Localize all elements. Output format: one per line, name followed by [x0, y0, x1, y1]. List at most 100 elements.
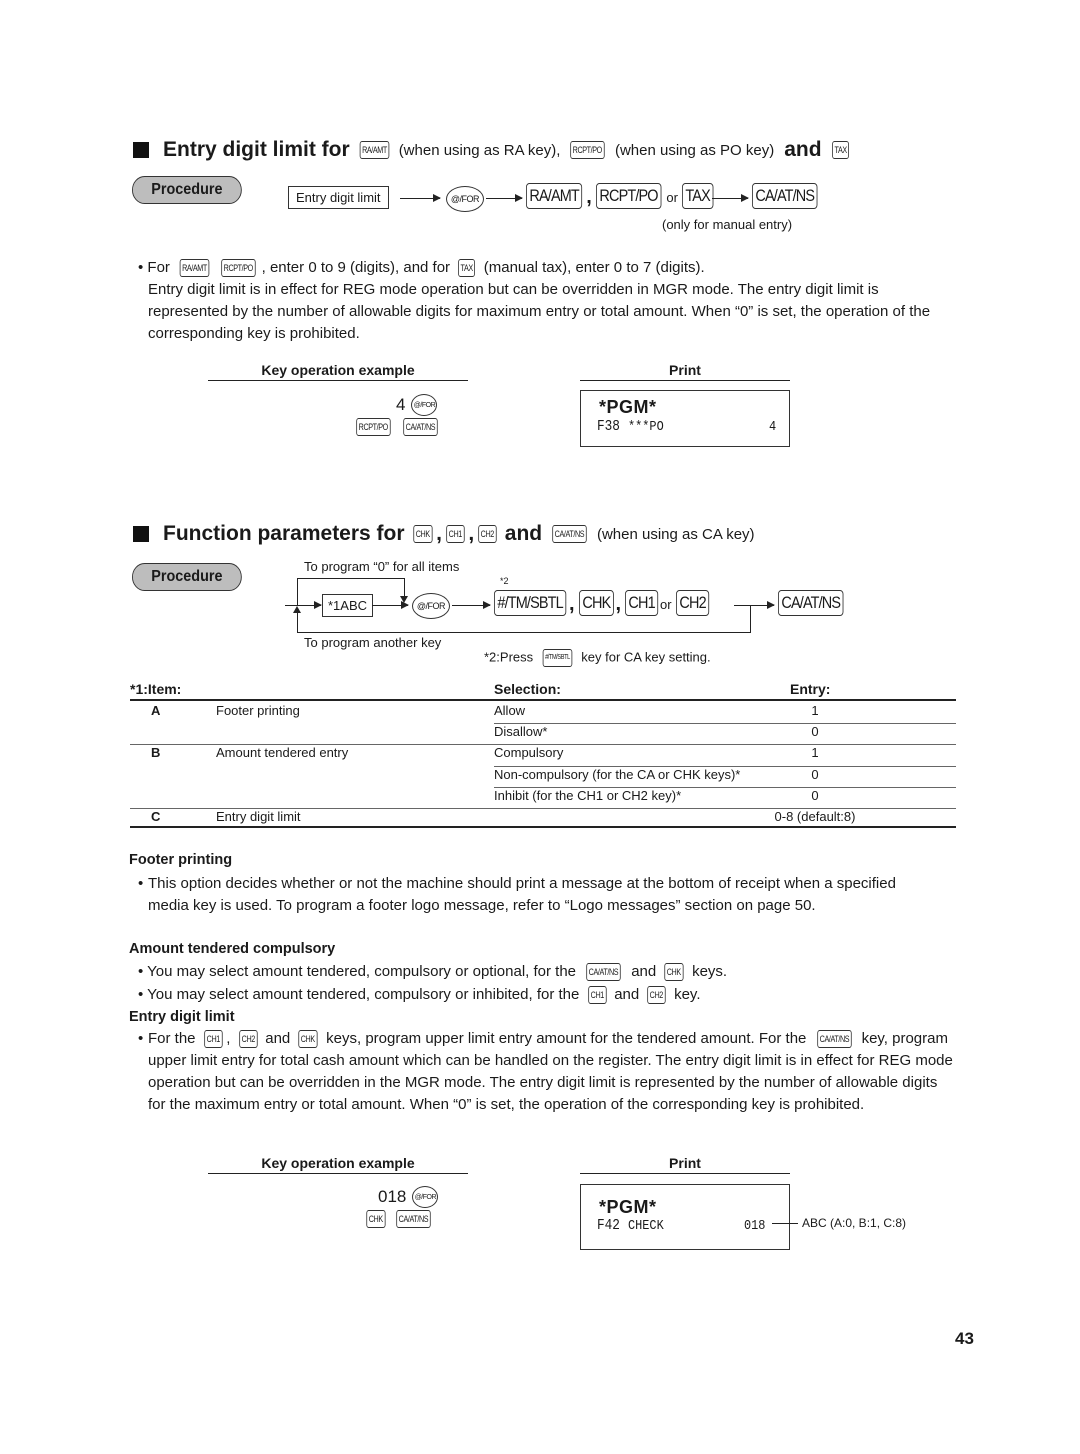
col-selection: Selection:: [494, 681, 561, 697]
arrowhead-up: [293, 606, 301, 613]
star2-mark: *2: [500, 576, 509, 586]
for-key: @/FOR: [446, 186, 484, 212]
chk-key: CHK: [298, 1030, 318, 1049]
rcpt-po-key: RCPT/PO: [570, 141, 605, 159]
text: *2:Press: [484, 649, 534, 665]
tax-key: TAX: [681, 183, 714, 209]
flow-arrow: [750, 601, 775, 609]
item-entry: 1: [811, 703, 819, 718]
heading-text: Entry digit limit for: [163, 138, 350, 161]
amount-tendered-title: Amount tendered compulsory: [129, 941, 336, 957]
flow-arrow: [400, 194, 441, 202]
loop-line: [734, 605, 750, 606]
ca-at-ns-key: CA/AT/NS: [586, 963, 621, 982]
section1-paragraph: Entry digit limit is in effect for REG m…: [148, 281, 931, 342]
heading-note: (when using as RA key),: [398, 141, 561, 159]
text: key.: [674, 986, 701, 1003]
abc-label: *1ABC: [328, 598, 368, 613]
key-op-line1: 018 @/FOR: [378, 1186, 439, 1208]
heading-text: Function parameters for: [163, 522, 405, 545]
abc-box: *1ABC: [322, 594, 374, 617]
comma: ,: [615, 593, 621, 615]
bullet-square: [133, 526, 149, 542]
key-op-line1: 4 @/FOR: [396, 394, 438, 416]
loop-top-label: To program “0” for all items: [304, 559, 460, 574]
print-receipt: *PGM* F42 CHECK 018: [580, 1184, 790, 1250]
text: (manual tax), enter 0 to 7 (digits).: [483, 259, 705, 276]
amount-bullet-2: • You may select amount tendered, compul…: [138, 986, 701, 1005]
key-op-title: Key operation example: [208, 1155, 468, 1174]
text: key for CA key setting.: [581, 649, 711, 665]
heading-and: and: [504, 522, 543, 545]
ra-amt-key: RA/AMT: [359, 141, 389, 159]
chk-key: CHK: [366, 1210, 386, 1228]
print-receipt: *PGM* F38 ***PO 4: [580, 390, 790, 447]
item-entry: 0: [811, 724, 819, 740]
table-top-rule: [130, 699, 956, 701]
manual-entry-note: (only for manual entry): [662, 217, 793, 232]
comma: ,: [568, 593, 575, 615]
flow-arrow: [285, 601, 322, 609]
print-header: *PGM*: [599, 1197, 657, 1217]
print-value: 018: [743, 1218, 766, 1234]
ch1-key: CH1: [446, 525, 465, 543]
entry-digit-limit-box: Entry digit limit: [288, 186, 389, 209]
loop-line: [297, 578, 404, 579]
ca-at-ns-key: CA/AT/NS: [395, 1210, 431, 1228]
item-code: C: [151, 809, 161, 824]
print-code: F42: [597, 1217, 620, 1234]
ch1-key: CH1: [587, 986, 606, 1005]
heading-note: (when using as CA key): [596, 525, 755, 543]
tm-sbtl-key: #/TM/SBTL: [542, 649, 572, 667]
flow-keys: RA/AMT , RCPT/PO or TAX: [526, 183, 719, 209]
ch1-key: CH1: [203, 1030, 222, 1049]
flow-arrow: [486, 194, 523, 202]
ch1-key: CH1: [625, 590, 659, 616]
loop-line: [750, 605, 751, 632]
ch2-key: CH2: [478, 525, 497, 543]
amount-bullet-1: • You may select amount tendered, compul…: [138, 963, 728, 982]
item-entry: 1: [811, 745, 819, 761]
bullet-dot: •: [138, 1030, 144, 1047]
item-code: B: [151, 745, 161, 761]
chk-key: CHK: [578, 590, 614, 616]
item-name: Amount tendered entry: [216, 745, 349, 761]
star2-note: *2:Press #/TM/SBTL key for CA key settin…: [484, 649, 711, 667]
ra-amt-key: RA/AMT: [526, 183, 583, 209]
col-item: *1:Item:: [130, 681, 182, 697]
or-label: or: [660, 597, 672, 612]
print-annotation: ABC (A:0, B:1, C:8): [802, 1216, 907, 1230]
for-key: @/FOR: [412, 593, 450, 619]
chk-key: CHK: [412, 525, 432, 543]
ca-at-ns-key: CA/AT/NS: [402, 418, 438, 436]
for-key: @/FOR: [411, 394, 438, 416]
footer-printing-bullet: • This option decides whether or not the…: [138, 873, 938, 917]
item-name: Footer printing: [216, 703, 300, 718]
ca-at-ns-key: CA/AT/NS: [752, 183, 818, 209]
heading-note: (when using as PO key): [614, 141, 775, 159]
item-name: Entry digit limit: [216, 809, 301, 824]
entry-digit-bullet: • For the CH1, CH2 and CHK keys, program…: [138, 1028, 956, 1116]
bullet-square: [133, 142, 149, 158]
ch2-key: CH2: [675, 590, 709, 616]
flow-arrow: [372, 601, 409, 609]
col-entry: Entry:: [790, 681, 831, 697]
text: This option decides whether or not the m…: [148, 875, 896, 914]
flow-arrow: [712, 194, 749, 202]
text: You may select amount tendered, compulso…: [147, 986, 580, 1003]
entry-value: 018: [378, 1187, 407, 1206]
print-label: CHECK: [628, 1218, 664, 1234]
text: and: [614, 986, 640, 1003]
rcpt-po-key: RCPT/PO: [595, 183, 661, 209]
print-header: *PGM*: [599, 397, 657, 417]
page-number: 43: [955, 1329, 974, 1348]
section2-heading: Function parameters for CHK, CH1, CH2 an…: [133, 522, 759, 546]
ca-at-ns-key: CA/AT/NS: [552, 525, 587, 543]
text: You may select amount tendered, compulso…: [147, 963, 577, 980]
loop-bottom-label: To program another key: [304, 635, 442, 650]
print-code: F38: [597, 418, 620, 435]
rcpt-po-key: RCPT/PO: [356, 418, 391, 436]
ca-at-ns-key: CA/AT/NS: [816, 1030, 852, 1049]
entry-value: 4: [396, 395, 406, 414]
key-op-title: Key operation example: [208, 362, 468, 381]
